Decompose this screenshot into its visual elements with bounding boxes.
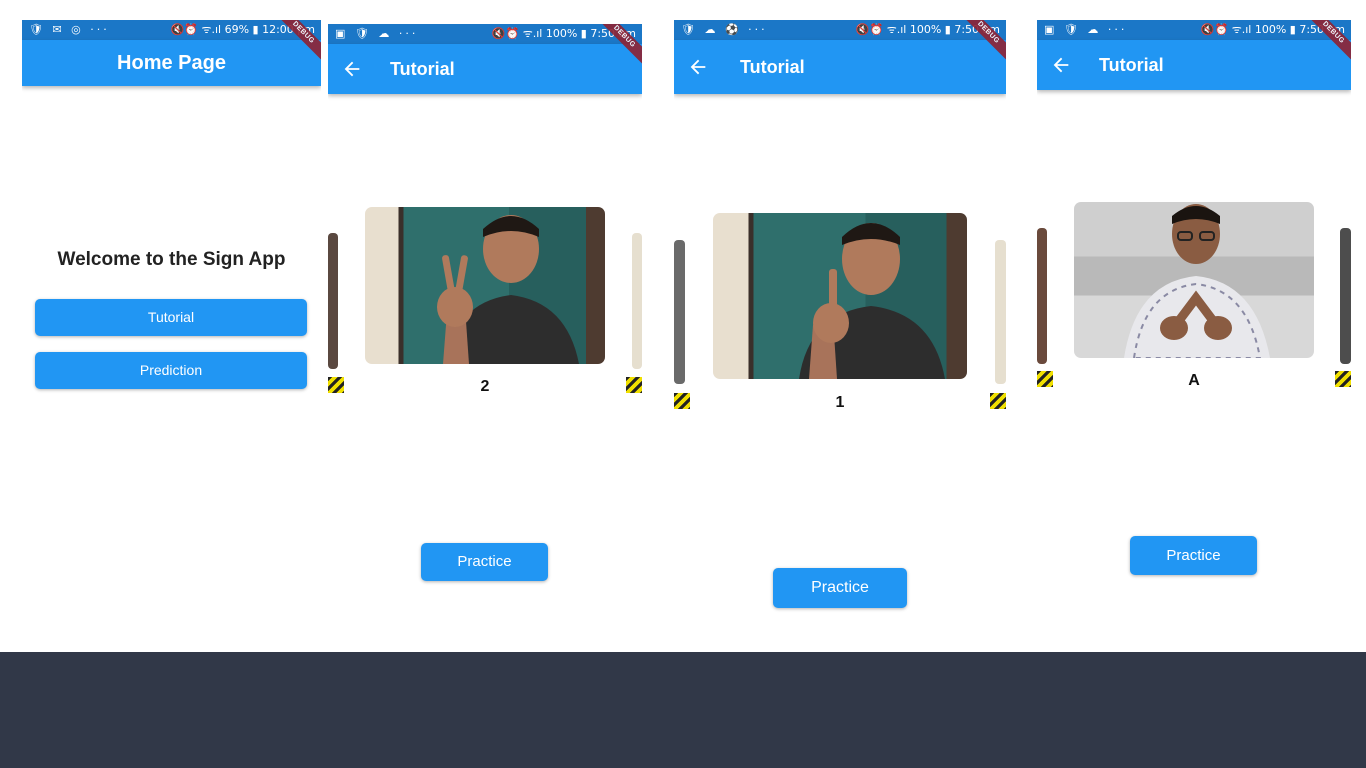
welcome-heading: Welcome to the Sign App: [57, 249, 286, 270]
arrow-back-icon[interactable]: [687, 56, 709, 78]
carousel-next-image[interactable]: [995, 240, 1006, 384]
sign-image[interactable]: [713, 213, 967, 379]
carousel-next-image[interactable]: [1340, 228, 1351, 364]
page-title: Home Page: [117, 52, 226, 74]
status-left-icons: ▣ 🛡 ☁ ···: [1044, 23, 1128, 36]
carousel-prev-image[interactable]: [674, 240, 685, 384]
app-bar: Home Page: [22, 40, 321, 86]
person-sign-illustration: [799, 223, 945, 379]
arrow-back-icon[interactable]: [341, 58, 363, 80]
page-title: Tutorial: [390, 59, 455, 79]
sign-label: 2: [480, 378, 490, 395]
status-left-icons: 🛡 ✉ ◎ ···: [29, 23, 110, 36]
page-title: Tutorial: [1099, 55, 1164, 75]
app-bar: Tutorial: [328, 44, 642, 94]
status-left-icons: 🛡 ☁ ⚽ ···: [681, 23, 768, 36]
page-title: Tutorial: [740, 57, 805, 77]
person-sign-illustration: [1124, 204, 1270, 358]
sign-label: 1: [835, 394, 845, 411]
practice-button[interactable]: Practice: [421, 543, 548, 581]
practice-button[interactable]: Practice: [1130, 536, 1257, 575]
bottom-band: [0, 652, 1366, 768]
carousel-prev-image[interactable]: [1037, 228, 1047, 364]
status-left-icons: ▣ 🛡 ☁ ···: [335, 27, 419, 40]
practice-button[interactable]: Practice: [773, 568, 907, 608]
sign-image[interactable]: [365, 207, 605, 364]
status-bar: ▣ 🛡 ☁ ··· 🔇⏰ ᯤ.ıl 100% ▮ 7:50 am: [1037, 20, 1351, 40]
app-bar: Tutorial: [674, 40, 1006, 94]
home-screen: 🛡 ✉ ◎ ··· 🔇⏰ ᯤ.ıl 69% ▮ 12:00 pm Home Pa…: [22, 20, 321, 652]
prediction-button[interactable]: Prediction: [35, 352, 307, 389]
tutorial-button[interactable]: Tutorial: [35, 299, 307, 336]
person-sign-illustration: [437, 215, 579, 364]
carousel-prev-image[interactable]: [328, 233, 338, 369]
status-bar: 🛡 ✉ ◎ ··· 🔇⏰ ᯤ.ıl 69% ▮ 12:00 pm: [22, 20, 321, 40]
tutorial-screen-a: ▣ 🛡 ☁ ··· 🔇⏰ ᯤ.ıl 100% ▮ 7:50 am Tutoria…: [1037, 20, 1351, 652]
sign-label: A: [1188, 372, 1200, 389]
tutorial-screen-2: ▣ 🛡 ☁ ··· 🔇⏰ ᯤ.ıl 100% ▮ 7:50 am Tutoria…: [328, 24, 642, 652]
status-bar: ▣ 🛡 ☁ ··· 🔇⏰ ᯤ.ıl 100% ▮ 7:50 am: [328, 24, 642, 44]
app-bar: Tutorial: [1037, 40, 1351, 90]
carousel-next-image[interactable]: [632, 233, 642, 369]
sign-image[interactable]: [1074, 202, 1314, 358]
status-bar: 🛡 ☁ ⚽ ··· 🔇⏰ ᯤ.ıl 100% ▮ 7:50 am: [674, 20, 1006, 40]
tutorial-screen-1: 🛡 ☁ ⚽ ··· 🔇⏰ ᯤ.ıl 100% ▮ 7:50 am Tutoria…: [674, 20, 1006, 652]
arrow-back-icon[interactable]: [1050, 54, 1072, 76]
